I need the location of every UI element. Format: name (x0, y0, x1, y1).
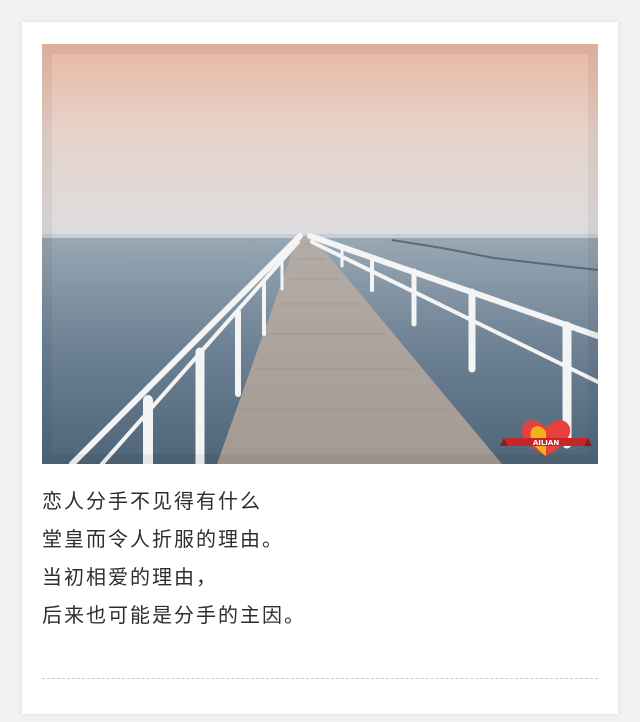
svg-text:AILIAN: AILIAN (533, 439, 560, 447)
quote-text: 恋人分手不见得有什么 堂皇而令人折服的理由。 当初相爱的理由， 后来也可能是分手… (42, 482, 598, 634)
ailian-logo: AILIAN (500, 416, 592, 460)
dashed-divider (42, 678, 598, 679)
photo-pier-sea-icon (42, 44, 598, 464)
quote-line-3: 当初相爱的理由， (42, 565, 218, 589)
quote-line-2: 堂皇而令人折服的理由。 (42, 527, 284, 551)
quote-line-4: 后来也可能是分手的主因。 (42, 603, 306, 627)
pier-photo: AILIAN (42, 44, 598, 464)
quote-line-1: 恋人分手不见得有什么 (42, 489, 262, 513)
post-card: AILIAN 恋人分手不见得有什么 堂皇而令人折服的理由。 当初相爱的理由， 后… (22, 22, 618, 714)
